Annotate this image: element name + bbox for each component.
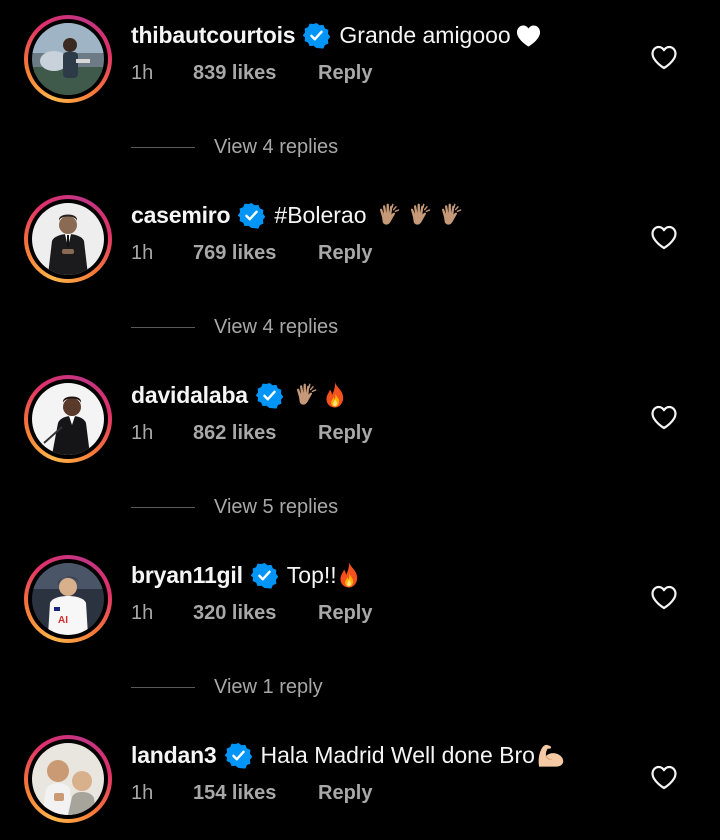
likes-count[interactable]: 320 likes xyxy=(193,602,318,625)
clapping-hands-icon xyxy=(437,201,465,229)
comment-header: davidalaba xyxy=(131,377,347,413)
verified-badge-icon xyxy=(256,382,283,409)
clapping-hands-icon xyxy=(375,201,403,229)
like-heart-icon[interactable] xyxy=(650,404,678,430)
comment-meta: 1h 839 likes Reply xyxy=(131,58,372,88)
comment-time: 1h xyxy=(131,241,154,264)
comment-header: landan3 Hala Madrid Well done Bro xyxy=(131,737,566,773)
comment-time: 1h xyxy=(131,601,154,624)
username-link[interactable]: bryan11gil xyxy=(131,562,243,589)
comment-item: landan3 Hala Madrid Well done Bro 1h 154… xyxy=(0,720,720,830)
comment-header: bryan11gil Top!! xyxy=(131,557,361,593)
avatar[interactable]: AI xyxy=(24,555,112,643)
view-replies-button[interactable]: View 5 replies xyxy=(131,492,338,522)
reply-button[interactable]: Reply xyxy=(318,602,372,625)
avatar-photo: AI xyxy=(32,563,104,635)
reply-button[interactable]: Reply xyxy=(318,242,372,265)
comment-time: 1h xyxy=(131,781,154,804)
like-heart-icon[interactable] xyxy=(650,584,678,610)
comment-meta: 1h 862 likes Reply xyxy=(131,418,372,448)
clapping-hands-icon xyxy=(406,201,434,229)
view-replies-button[interactable]: View 4 replies xyxy=(131,132,338,162)
verified-badge-icon xyxy=(303,22,330,49)
comment-item: thibautcourtois Grande amigooo 1h 839 li… xyxy=(0,0,720,110)
username-link[interactable]: thibautcourtois xyxy=(131,22,296,49)
avatar[interactable] xyxy=(24,15,112,103)
reply-button[interactable]: Reply xyxy=(318,62,372,85)
username-link[interactable]: davidalaba xyxy=(131,382,248,409)
likes-count[interactable]: 839 likes xyxy=(193,62,318,85)
avatar-photo xyxy=(32,23,104,95)
fire-icon xyxy=(323,381,347,409)
avatar-photo xyxy=(32,383,104,455)
view-replies-button[interactable]: View 4 replies xyxy=(131,312,338,342)
verified-badge-icon xyxy=(238,202,265,229)
comment-item: davidalaba 1h 862 likes Reply xyxy=(0,360,720,470)
view-replies-button[interactable]: View 1 reply xyxy=(131,672,323,702)
comment-time: 1h xyxy=(131,421,154,444)
username-link[interactable]: landan3 xyxy=(131,742,217,769)
comment-meta: 1h 320 likes Reply xyxy=(131,598,372,628)
comment-text: Grande amigooo xyxy=(339,21,511,48)
view-replies-label: View 4 replies xyxy=(214,315,339,338)
likes-count[interactable]: 154 likes xyxy=(193,782,318,805)
avatar-photo xyxy=(32,743,104,815)
like-heart-icon[interactable] xyxy=(650,44,678,70)
avatar[interactable] xyxy=(24,375,112,463)
view-replies-label: View 5 replies xyxy=(214,495,339,518)
divider xyxy=(131,686,195,688)
username-link[interactable]: casemiro xyxy=(131,202,231,229)
reply-button[interactable]: Reply xyxy=(318,422,372,445)
view-replies-label: View 4 replies xyxy=(214,135,339,158)
svg-text:AI: AI xyxy=(58,615,68,626)
divider xyxy=(131,146,195,148)
flexed-biceps-icon xyxy=(536,741,566,769)
avatar-photo xyxy=(32,203,104,275)
avatar[interactable] xyxy=(24,195,112,283)
reply-button[interactable]: Reply xyxy=(318,782,372,805)
comment-header: casemiro #Bolerao xyxy=(131,197,465,233)
view-replies-label: View 1 reply xyxy=(214,675,323,698)
likes-count[interactable]: 769 likes xyxy=(193,242,318,265)
comment-time: 1h xyxy=(131,61,154,84)
white-heart-icon xyxy=(515,23,542,48)
clapping-hands-icon xyxy=(292,381,320,409)
fire-icon xyxy=(337,561,361,589)
divider xyxy=(131,506,195,508)
like-heart-icon[interactable] xyxy=(650,764,678,790)
divider xyxy=(131,326,195,328)
avatar[interactable] xyxy=(24,735,112,823)
comment-meta: 1h 769 likes Reply xyxy=(131,238,372,268)
comment-header: thibautcourtois Grande amigooo xyxy=(131,17,542,53)
like-heart-icon[interactable] xyxy=(650,224,678,250)
comment-text: Hala Madrid Well done Bro xyxy=(260,741,535,768)
verified-badge-icon xyxy=(251,562,278,589)
comment-item: AI bryan11gil Top!! 1h 320 likes Reply xyxy=(0,540,720,650)
comment-meta: 1h 154 likes Reply xyxy=(131,778,372,808)
comment-text: #Bolerao xyxy=(274,201,367,228)
verified-badge-icon xyxy=(225,742,252,769)
comment-item: casemiro #Bolerao 1h 769 likes Reply xyxy=(0,180,720,290)
likes-count[interactable]: 862 likes xyxy=(193,422,318,445)
comment-text: Top!! xyxy=(286,561,337,588)
